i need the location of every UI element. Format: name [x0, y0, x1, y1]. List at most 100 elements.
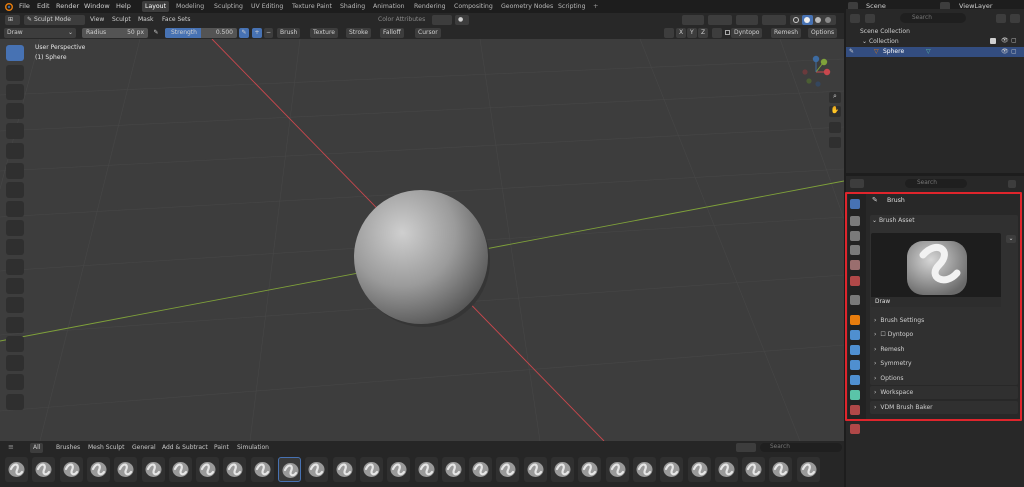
expand-arrow-icon[interactable]: ⌄: [862, 38, 869, 45]
properties-search-input[interactable]: Search: [905, 179, 967, 188]
workspace-tab-sculpting[interactable]: Sculpting: [211, 1, 246, 12]
brush-thumbnail-icon[interactable]: [32, 457, 56, 482]
add-direction-icon[interactable]: +: [252, 28, 262, 38]
brush-thumbnail-icon[interactable]: [632, 457, 656, 482]
scene-collection-label[interactable]: Scene Collection: [860, 28, 910, 35]
workspace-tab-rendering[interactable]: Rendering: [411, 1, 449, 12]
collection-visibility-icon[interactable]: 👁: [1001, 37, 1009, 44]
axis-x-toggle[interactable]: X: [676, 28, 687, 38]
menu-face-sets[interactable]: Face Sets: [162, 15, 190, 25]
brush-thumbnail-icon[interactable]: [496, 457, 520, 482]
box-mask-tool-icon[interactable]: [6, 143, 24, 159]
collection-render-icon[interactable]: ▢: [1011, 37, 1017, 44]
rotate-tool-icon[interactable]: [6, 336, 24, 352]
gizmo-toggle-icon[interactable]: [708, 15, 732, 25]
pressure-radius-icon[interactable]: ✎: [151, 28, 161, 38]
rendered-shading-icon[interactable]: [825, 17, 831, 23]
shelf-display-icon[interactable]: [736, 443, 756, 452]
outliner-search-input[interactable]: Search: [900, 13, 966, 23]
xray-toggle-icon[interactable]: [762, 15, 786, 25]
brush-thumbnail-icon[interactable]: [5, 457, 28, 482]
pressure-strength-icon[interactable]: ✎: [239, 28, 249, 38]
brush-thumbnail-icon[interactable]: [168, 457, 192, 482]
annotate-tool-icon[interactable]: [6, 394, 24, 410]
shelf-tab-simulation[interactable]: Simulation: [234, 443, 272, 453]
brush-thumbnail-icon[interactable]: [359, 457, 383, 482]
symmetry-icon[interactable]: [664, 28, 674, 38]
workspace-tab-layout[interactable]: Layout: [142, 1, 170, 12]
shading-mode-selector[interactable]: [790, 15, 836, 25]
shelf-tab-brushes[interactable]: Brushes: [53, 443, 83, 453]
blender-logo-icon[interactable]: [4, 2, 13, 11]
editor-type-icon[interactable]: ⊞: [5, 15, 20, 25]
sphere-render-icon[interactable]: ▢: [1011, 48, 1017, 55]
brush-thumbnail-icon[interactable]: [687, 457, 711, 482]
brush-thumbnail-icon[interactable]: [414, 457, 438, 482]
dyntopo-dropdown[interactable]: Dyntopo: [731, 28, 763, 38]
axis-y-toggle[interactable]: Y: [687, 28, 697, 38]
mode-selector[interactable]: ✎ Sculpt Mode: [24, 15, 85, 25]
texture-dropdown[interactable]: Texture: [310, 28, 338, 38]
3d-viewport[interactable]: User Perspective (1) Sphere ⌕ ✋: [0, 39, 844, 441]
workspace-tab-uv-editing[interactable]: UV Editing: [248, 1, 286, 12]
mesh-filter-tool-icon[interactable]: [6, 239, 24, 255]
brush-thumbnail-icon[interactable]: [742, 457, 766, 482]
brush-thumbnail-icon[interactable]: [660, 457, 684, 482]
workspace-tab-scripting[interactable]: Scripting: [555, 1, 589, 12]
shelf-tab-mesh-sculpt[interactable]: Mesh Sculpt: [85, 443, 127, 453]
draw-sharp-tool-icon[interactable]: [6, 65, 24, 81]
camera-view-icon[interactable]: [829, 122, 841, 133]
brush-thumbnail-icon[interactable]: [250, 457, 274, 482]
brush-thumbnail-icon[interactable]: [441, 457, 465, 482]
brush-thumbnail-icon[interactable]: [114, 457, 138, 482]
brush-thumbnail-icon[interactable]: [278, 457, 301, 482]
box-trim-tool-icon[interactable]: [6, 201, 24, 217]
axis-z-toggle[interactable]: Z: [698, 28, 709, 38]
edit-brush-icon[interactable]: ✎: [849, 48, 854, 55]
scale-tool-icon[interactable]: [6, 355, 24, 371]
brush-thumbnail-icon[interactable]: [305, 457, 329, 482]
brush-thumbnail-icon[interactable]: [551, 457, 574, 482]
brush-thumbnail-icon[interactable]: [578, 457, 602, 482]
options-dropdown[interactable]: Options: [808, 28, 838, 38]
box-hide-tool-icon[interactable]: [6, 163, 24, 179]
color-filter-tool-icon[interactable]: [6, 278, 24, 294]
menu-sculpt[interactable]: Sculpt: [112, 15, 131, 25]
shelf-search-input[interactable]: Search: [760, 443, 842, 452]
edit-face-set-tool-icon[interactable]: [6, 297, 24, 313]
brush-thumbnail-icon[interactable]: [332, 457, 356, 482]
falloff-dropdown[interactable]: Falloff: [380, 28, 404, 38]
collection-checkbox[interactable]: [990, 38, 996, 44]
brush-thumbnail-icon[interactable]: [196, 457, 220, 482]
object-type-visibility-icon[interactable]: [682, 15, 704, 25]
brush-thumbnail-icon[interactable]: [469, 457, 493, 482]
add-workspace-icon[interactable]: +: [593, 0, 598, 13]
wireframe-shading-icon[interactable]: [793, 17, 799, 23]
draw-brush-tool-icon[interactable]: [6, 45, 24, 61]
color-dot-icon[interactable]: ●: [455, 15, 469, 25]
line-project-tool-icon[interactable]: [6, 220, 24, 236]
mask-tool-icon[interactable]: [6, 123, 24, 139]
face-set-tool-icon[interactable]: [6, 182, 24, 198]
menu-view[interactable]: View: [90, 15, 104, 25]
brush-thumbnail-icon[interactable]: [714, 457, 738, 482]
brush-thumbnail-icon[interactable]: [796, 457, 820, 482]
workspace-tab-modeling[interactable]: Modeling: [173, 1, 207, 12]
transform-tool-icon[interactable]: [6, 374, 24, 390]
cloth-filter-tool-icon[interactable]: [6, 259, 24, 275]
menu-render[interactable]: Render: [56, 0, 79, 13]
menu-edit[interactable]: Edit: [37, 0, 50, 13]
filter-icon[interactable]: [865, 14, 875, 23]
brush-thumbnail-icon[interactable]: [59, 457, 83, 482]
brush-dropdown[interactable]: Brush: [277, 28, 301, 38]
workspace-tab-geometry-nodes[interactable]: Geometry Nodes: [498, 1, 556, 12]
symmetry-options-icon[interactable]: [712, 28, 722, 38]
zoom-view-icon[interactable]: ⌕: [829, 92, 841, 103]
brush-thumbnail-icon[interactable]: [387, 457, 411, 482]
menu-help[interactable]: Help: [116, 0, 131, 13]
color-attribute-dropdown[interactable]: [432, 15, 452, 25]
shelf-menu-icon[interactable]: ≡: [8, 443, 14, 451]
menu-file[interactable]: File: [19, 0, 30, 13]
subtract-direction-icon[interactable]: −: [264, 28, 273, 38]
radius-field[interactable]: Radius 50 px: [82, 28, 148, 38]
